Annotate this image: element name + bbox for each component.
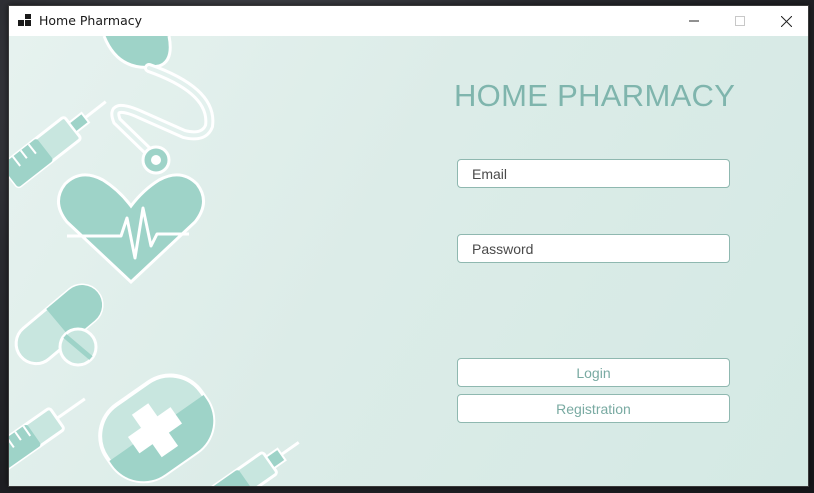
email-field[interactable]	[457, 159, 730, 188]
maximize-button[interactable]	[717, 6, 763, 36]
blood-bag-icon	[98, 373, 216, 484]
heart-pulse-icon	[57, 173, 205, 285]
syringe-icon	[204, 441, 300, 486]
maximize-icon	[735, 16, 745, 26]
close-button[interactable]	[763, 6, 809, 36]
app-heading: HOME PHARMACY	[454, 78, 736, 113]
window-title: Home Pharmacy	[39, 13, 143, 28]
pill-icon	[58, 327, 98, 367]
registration-button[interactable]: Registration	[457, 394, 730, 423]
login-panel: HOME PHARMACY Login Registration	[9, 36, 808, 486]
capsule-icon	[14, 283, 104, 366]
close-icon	[780, 15, 792, 27]
login-button[interactable]: Login	[457, 358, 730, 387]
syringe-icon	[9, 100, 107, 189]
minimize-button[interactable]	[671, 6, 717, 36]
app-icon	[18, 14, 31, 26]
syringe-icon	[9, 397, 86, 471]
minimize-icon	[689, 20, 699, 22]
title-bar[interactable]: Home Pharmacy	[9, 6, 808, 36]
password-field[interactable]	[457, 234, 730, 263]
app-window: Home Pharmacy HOME PHARMACY Email Login …	[8, 5, 809, 487]
stethoscope-icon	[102, 36, 215, 175]
medical-decoration	[9, 36, 300, 486]
